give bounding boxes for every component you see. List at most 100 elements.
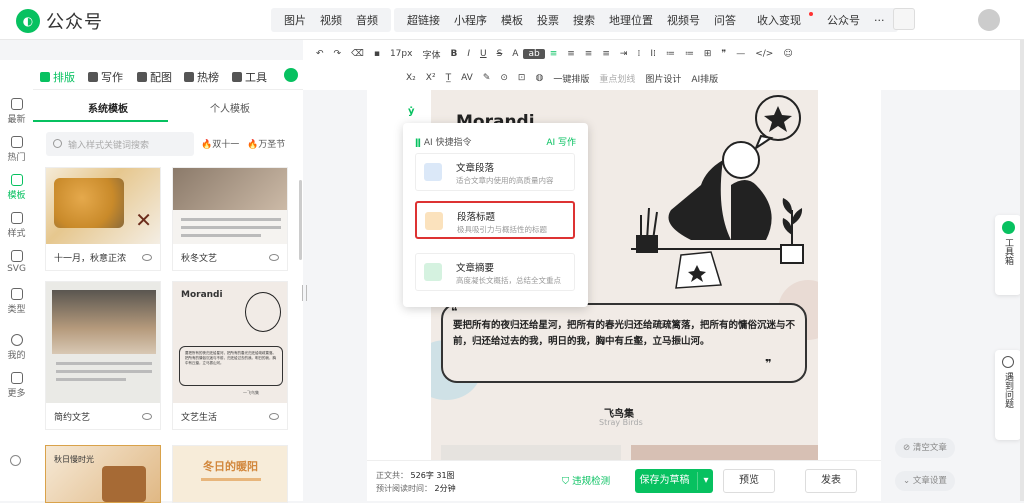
panel-scrollbar[interactable] [299,180,302,260]
compliance-check-button[interactable]: ⛉ 违规检测 [562,473,610,487]
menu-video[interactable]: 视频 [313,12,349,28]
superscript-icon[interactable]: X² [421,73,441,83]
eye-icon[interactable] [269,412,279,420]
align-left-icon[interactable]: ≡ [545,49,563,59]
mobile-preview-icon[interactable] [893,8,915,30]
align-right-icon[interactable]: ≡ [580,49,598,59]
divider-icon[interactable]: — [731,49,750,59]
clear-article-button[interactable]: ⊘ 清空文章 [895,438,955,458]
underline-icon[interactable]: U [475,49,492,59]
eye-icon[interactable] [269,253,279,261]
italic-icon[interactable]: I [462,49,475,59]
tab-layout[interactable]: 排版 [40,69,75,85]
article-settings-button[interactable]: ⌄ 文章设置 [895,471,955,491]
bg-color-icon[interactable]: ab [523,49,545,59]
ordered-list-icon[interactable]: ≔ [680,49,699,59]
unordered-list-icon[interactable]: ≔ [661,49,680,59]
highlight-line-button[interactable]: 重点划线 [594,72,640,85]
template-card[interactable]: 秋日慢时光 [45,445,161,503]
paragraph-spacing-icon[interactable]: I⁞ [645,49,661,59]
image-style-icon[interactable]: ⊙ [495,73,513,83]
rail-hot[interactable]: 热门 [0,136,33,163]
page-scrollbar[interactable] [1020,40,1024,501]
menu-monetize[interactable]: 收入变现 [743,12,820,28]
quote-icon[interactable]: ❞ [716,49,731,59]
save-draft-button[interactable]: 保存为草稿 ▾ [635,469,713,493]
menu-channels[interactable]: 视频号 [660,12,707,28]
rail-svg[interactable]: SVG [0,250,33,274]
kerning-icon[interactable]: AV [456,73,478,83]
font-size-select[interactable]: 17px [385,49,418,59]
menu-qa[interactable]: 问答 [707,12,743,28]
format-painter-icon[interactable]: ▪ [369,49,385,59]
rail-type[interactable]: 类型 [0,288,33,315]
eye-icon[interactable] [142,412,152,420]
redo-icon[interactable]: ↷ [329,49,347,59]
tab-system-templates[interactable]: 系统模板 [88,100,128,115]
search-input[interactable]: 输入样式关键词搜索 [46,132,194,156]
bold-icon[interactable]: B [445,49,462,59]
template-card[interactable]: ✕ 十一月，秋意正浓 [45,167,161,271]
hot-chip-halloween[interactable]: 🔥万圣节 [247,137,285,150]
ai-layout-button[interactable]: AI排版 [686,72,723,85]
template-card[interactable]: 秋冬文艺 [172,167,288,271]
rail-more[interactable]: 更多 [0,372,33,399]
tab-trending[interactable]: 热榜 [184,69,219,85]
font-family-select[interactable]: 字体 [417,48,445,61]
indent-icon[interactable]: ⇥ [615,49,633,59]
clear-format-icon[interactable]: ⌫ [346,49,369,59]
menu-more[interactable]: ··· [867,14,892,27]
image-design-button[interactable]: 图片设计 [640,72,686,85]
template-card[interactable]: 简约文艺 [45,281,161,430]
emoji-icon[interactable]: ☺ [778,49,797,59]
menu-vote[interactable]: 投票 [530,12,566,28]
menu-location[interactable]: 地理位置 [602,12,660,28]
article-quote[interactable]: 要把所有的夜归还给星河，把所有的春光归还给疏疏篱落，把所有的慵俗沉迷与不前，归还… [453,318,799,350]
tab-tools[interactable]: 工具 [232,69,267,85]
font-color-icon[interactable]: A [507,49,523,59]
rail-template[interactable]: 模板 [0,174,33,201]
layout-icon[interactable]: ⊡ [513,73,531,83]
code-icon[interactable]: </> [750,49,778,59]
template-card[interactable]: 冬日的暖阳 [172,445,288,503]
toolbox-button[interactable]: 工具箱 [995,215,1021,295]
ai-write-link[interactable]: AI 写作 [546,135,576,148]
template-card[interactable]: Morandi 要把所有的夜归还给星河，把所有的春光归还给疏疏篱落。把所有的慵俗… [172,281,288,430]
table-icon[interactable]: ⊞ [699,49,717,59]
align-center-icon[interactable]: ≡ [562,49,580,59]
tab-personal-templates[interactable]: 个人模板 [210,100,250,115]
ai-item-paragraph[interactable]: 文章段落 适合文章内使用的高质量内容 [415,153,575,191]
eye-icon[interactable] [142,253,152,261]
undo-icon[interactable]: ↶ [311,49,329,59]
app-logo[interactable]: ◐ 公众号 [16,8,103,34]
preview-button[interactable]: 预览 [723,469,775,493]
menu-image[interactable]: 图片 [277,12,313,28]
help-button[interactable]: 遇到问题 [995,350,1021,440]
menu-account[interactable]: 公众号 [820,12,867,28]
panel-toggle[interactable] [284,68,298,82]
help-icon[interactable] [10,455,21,466]
letter-spacing-icon[interactable]: ⁞ [632,49,645,59]
subscript-icon[interactable]: X₂ [401,73,421,83]
hot-chip-double11[interactable]: 🔥双十一 [201,137,239,150]
menu-miniprogram[interactable]: 小程序 [447,12,494,28]
rail-latest[interactable]: 最新 [0,98,33,125]
menu-template[interactable]: 模板 [494,12,530,28]
avatar[interactable] [978,9,1000,31]
ai-item-summary[interactable]: 文章摘要 高度凝长文概括，总结全文重点 [415,253,575,291]
rail-mine[interactable]: 我的 [0,334,33,361]
strikethrough-icon[interactable]: S [492,49,508,59]
tab-write[interactable]: 写作 [88,69,123,85]
ai-item-heading[interactable]: 段落标题 极具吸引力与概括性的标题 [415,201,575,239]
menu-hyperlink[interactable]: 超链接 [400,12,447,28]
ai-assistant-icon[interactable]: ẏ [408,106,415,117]
chevron-down-icon[interactable]: ▾ [703,475,708,486]
publish-button[interactable]: 发表 [805,469,857,493]
one-click-layout-button[interactable]: 一键排版 [548,72,594,85]
edit-icon[interactable]: ✎ [478,73,496,83]
panel-resize-handle[interactable] [302,285,307,301]
line-height-icon[interactable]: ≡ [597,49,615,59]
tab-image[interactable]: 配图 [137,69,172,85]
text-style-icon[interactable]: T̲ [441,73,457,83]
rail-style[interactable]: 样式 [0,212,33,239]
